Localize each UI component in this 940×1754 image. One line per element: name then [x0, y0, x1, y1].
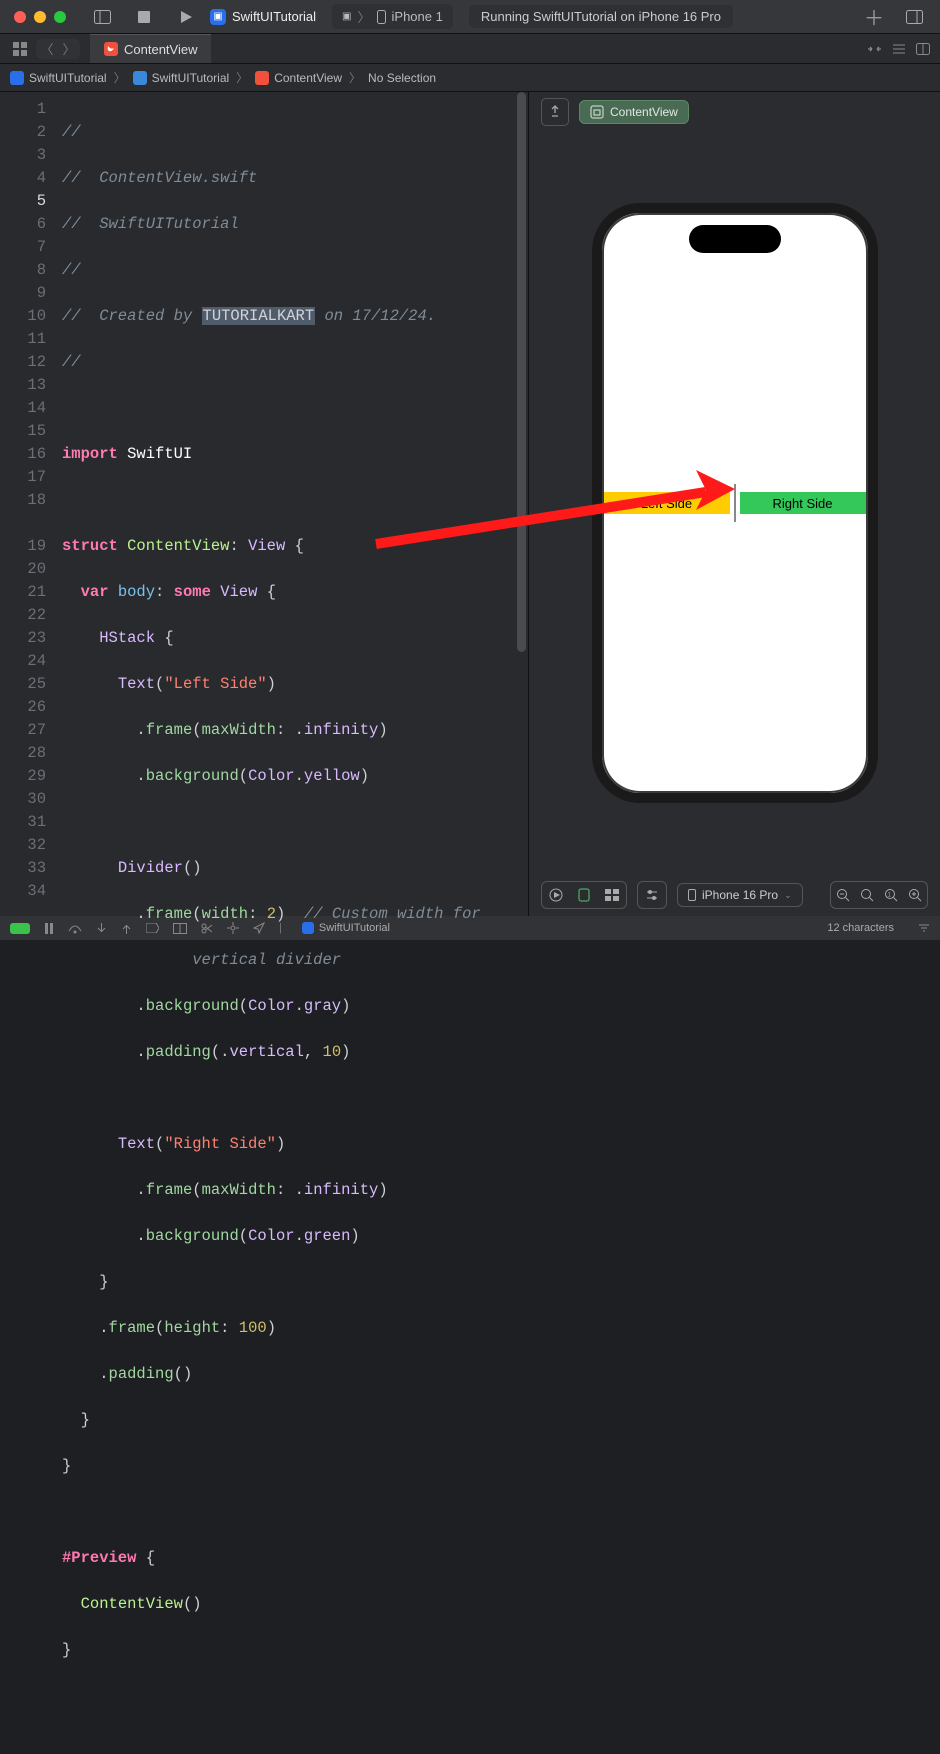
breadcrumb-selection[interactable]: No Selection: [368, 71, 436, 85]
related-items-icon[interactable]: [10, 35, 30, 63]
line-gutter: 1234 5678 9101112 13141516 171819 202122…: [0, 92, 58, 916]
preview-canvas[interactable]: Left Side Right Side: [529, 132, 940, 874]
tab-contentview[interactable]: ContentView: [90, 34, 211, 63]
breadcrumb-selection-label: No Selection: [368, 71, 436, 85]
scheme-selector[interactable]: ▣ SwiftUITutorial: [210, 9, 316, 25]
tab-title: ContentView: [124, 42, 197, 57]
chevron-down-icon: ⌄: [784, 890, 792, 901]
code-editor[interactable]: 1234 5678 9101112 13141516 171819 202122…: [0, 92, 528, 916]
device-selector[interactable]: ▣ 〉 iPhone 1: [332, 4, 453, 29]
status-indicator[interactable]: [10, 923, 30, 934]
zoom-in-button[interactable]: [903, 882, 927, 908]
add-button[interactable]: ＋: [860, 3, 888, 31]
pause-icon[interactable]: [44, 923, 54, 934]
app-icon: ▣: [210, 9, 226, 25]
pin-button[interactable]: [541, 98, 569, 126]
zoom-controls: 1: [830, 881, 928, 909]
filter-icon[interactable]: [918, 923, 930, 933]
app-small-icon: ▣: [342, 11, 351, 22]
folder-icon: [133, 71, 147, 85]
breadcrumb-folder[interactable]: SwiftUITutorial: [133, 71, 230, 85]
svg-text:1: 1: [888, 893, 892, 899]
device-label: iPhone 1: [392, 9, 443, 24]
phone-icon: [688, 889, 696, 901]
left-side-label: Left Side: [604, 492, 730, 514]
preview-device-selector[interactable]: iPhone 16 Pro ⌄: [677, 883, 803, 907]
live-button[interactable]: [542, 882, 570, 908]
minimize-window-button[interactable]: [34, 11, 46, 23]
preview-device-label: iPhone 16 Pro: [702, 888, 778, 902]
window-controls: [0, 11, 80, 23]
breadcrumb: SwiftUITutorial 〉 SwiftUITutorial 〉 Cont…: [0, 64, 940, 92]
selection-status: 12 characters: [827, 922, 894, 934]
vertical-divider: [734, 484, 736, 522]
preview-pane: ContentView Left Side Right Side: [528, 92, 940, 916]
stop-button[interactable]: [130, 3, 158, 31]
sidebar-toggle-icon[interactable]: [88, 3, 116, 31]
editor-tabbar: 〈 〉 ContentView: [0, 34, 940, 64]
editor-scrollbar[interactable]: [514, 92, 528, 916]
adjust-editor-icon[interactable]: [892, 43, 906, 55]
preview-chip-label: ContentView: [610, 105, 678, 119]
preview-header: ContentView: [529, 92, 940, 132]
project-icon: [10, 71, 24, 85]
forward-button[interactable]: 〉: [58, 39, 80, 59]
status-bar: Running SwiftUITutorial on iPhone 16 Pro: [469, 5, 860, 28]
history-nav: 〈 〉: [36, 39, 80, 59]
project-name: SwiftUITutorial: [232, 9, 316, 24]
zoom-out-button[interactable]: [831, 882, 855, 908]
breadcrumb-project[interactable]: SwiftUITutorial: [10, 71, 107, 85]
device-settings-button[interactable]: [638, 882, 666, 908]
close-window-button[interactable]: [14, 11, 26, 23]
variants-button[interactable]: [598, 882, 626, 908]
library-toggle-icon[interactable]: [900, 3, 928, 31]
breadcrumb-folder-label: SwiftUITutorial: [152, 71, 230, 85]
breadcrumb-file[interactable]: ContentView: [255, 71, 342, 85]
canvas-toolbar: iPhone 16 Pro ⌄ 1: [529, 874, 940, 916]
breadcrumb-file-label: ContentView: [274, 71, 342, 85]
swift-icon: [255, 71, 269, 85]
run-button[interactable]: [172, 3, 200, 31]
right-side-label: Right Side: [740, 492, 866, 514]
breadcrumb-project-label: SwiftUITutorial: [29, 71, 107, 85]
phone-icon: [377, 10, 386, 24]
app-content: Left Side Right Side: [602, 213, 868, 793]
preview-chip[interactable]: ContentView: [579, 100, 689, 124]
zoom-fit-button[interactable]: [855, 882, 879, 908]
device-frame: Left Side Right Side: [592, 203, 878, 803]
status-text: Running SwiftUITutorial on iPhone 16 Pro: [469, 5, 733, 28]
swift-file-icon: [104, 42, 118, 56]
preview-chip-icon: [590, 105, 604, 119]
refresh-icon[interactable]: [867, 43, 882, 55]
titlebar: ▣ SwiftUITutorial ▣ 〉 iPhone 1 Running S…: [0, 0, 940, 34]
main-split: 1234 5678 9101112 13141516 171819 202122…: [0, 92, 940, 916]
back-button[interactable]: 〈: [36, 39, 58, 59]
code-content[interactable]: // // ContentView.swift // SwiftUITutori…: [58, 92, 528, 916]
zoom-actual-button[interactable]: 1: [879, 882, 903, 908]
selectable-button[interactable]: [570, 882, 598, 908]
scrollbar-thumb[interactable]: [517, 92, 526, 652]
maximize-window-button[interactable]: [54, 11, 66, 23]
split-editor-icon[interactable]: [916, 43, 930, 55]
